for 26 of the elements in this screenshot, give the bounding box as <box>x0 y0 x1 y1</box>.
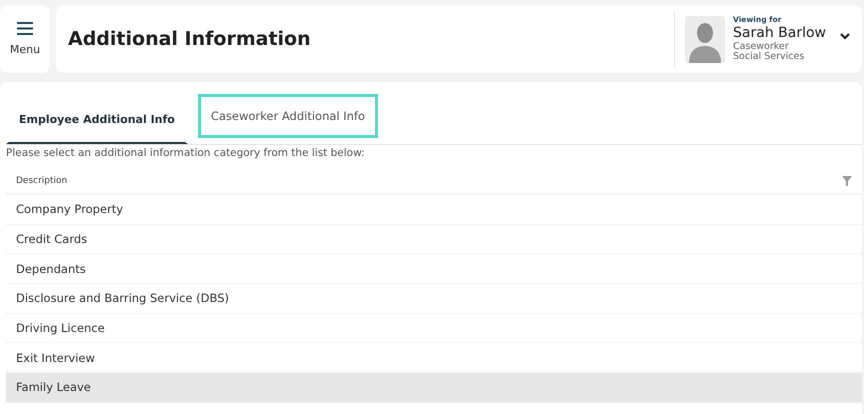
table-cell: Family Leave <box>16 380 91 394</box>
menu-button[interactable]: Menu <box>0 5 50 73</box>
table-cell: Dependants <box>16 262 86 276</box>
chevron-down-icon[interactable] <box>840 32 850 40</box>
table-row[interactable]: Family Leave <box>6 373 862 403</box>
table-row[interactable]: Disclosure and Barring Service (DBS) <box>6 284 862 314</box>
tab[interactable]: Caseworker Additional Info <box>198 94 378 138</box>
instructions-text: Please select an additional information category from the list below: <box>6 147 366 159</box>
table-cell: Company Property <box>16 202 124 216</box>
table-cell: Disclosure and Barring Service (DBS) <box>16 291 229 306</box>
user-department: Social Services <box>733 52 806 62</box>
table-row[interactable]: Dependants <box>6 254 862 284</box>
tab[interactable]: Employee Additional Info <box>6 94 188 144</box>
filter-icon[interactable] <box>842 176 852 186</box>
table-row[interactable]: Credit Cards <box>6 224 862 254</box>
table-cell: Driving Licence <box>16 321 105 336</box>
table-cell: Exit Interview <box>16 350 95 365</box>
table-row[interactable]: Company Property <box>6 195 862 225</box>
user-name: Sarah Barlow <box>733 26 826 41</box>
menu-icon <box>17 22 33 35</box>
page-title: Additional Information <box>68 28 311 50</box>
table-cell: Credit Cards <box>16 232 88 246</box>
user-role: Caseworker <box>733 42 789 52</box>
column-header[interactable]: Description <box>16 176 68 186</box>
table-row[interactable]: Driving Licence <box>6 314 862 344</box>
avatar-icon <box>685 16 726 62</box>
